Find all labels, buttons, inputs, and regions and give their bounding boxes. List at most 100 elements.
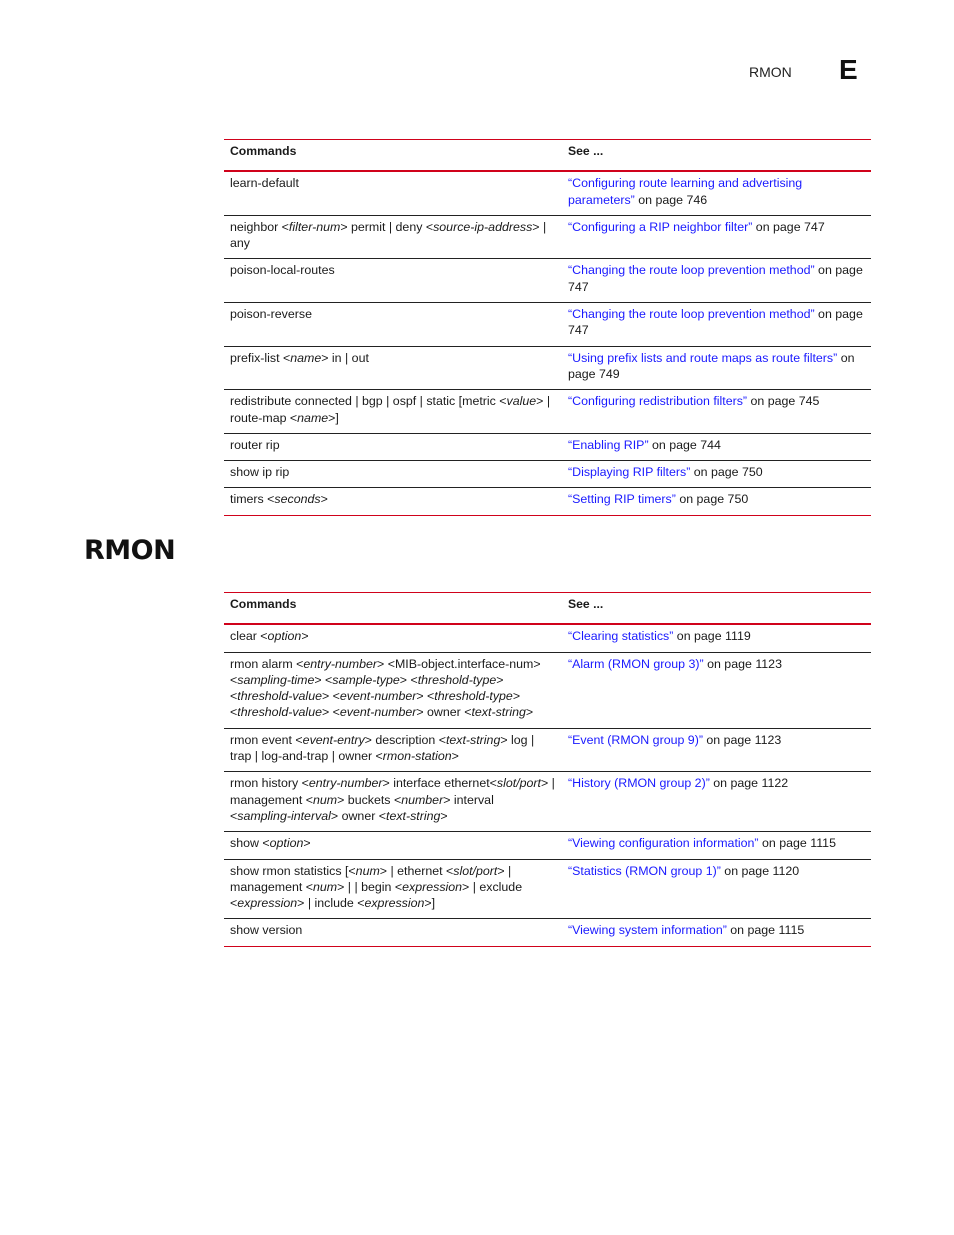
see-cell: “Changing the route loop prevention meth… bbox=[562, 258, 871, 304]
see-cell: “Statistics (RMON group 1)” on page 1120 bbox=[562, 859, 871, 920]
command-parameter: slot/port bbox=[453, 863, 498, 878]
command-text: > < bbox=[321, 705, 340, 720]
command-parameter: event-entry bbox=[302, 732, 365, 747]
page-reference: on page 750 bbox=[690, 465, 763, 480]
page-reference: on page 1115 bbox=[758, 836, 836, 851]
command-text: rmon alarm < bbox=[230, 656, 304, 671]
cross-reference-link[interactable]: “Alarm (RMON group 3)” bbox=[568, 657, 704, 671]
page-reference: on page 745 bbox=[747, 394, 820, 409]
table-row: clear <option> “Clearing statistics” on p… bbox=[224, 624, 871, 653]
cross-reference-link[interactable]: “Changing the route loop prevention meth… bbox=[568, 263, 815, 277]
command-text: > in | out bbox=[321, 350, 369, 365]
command-parameter: name bbox=[297, 410, 329, 425]
commands-column-header: Commands bbox=[224, 592, 562, 626]
table-row: neighbor <filter-num> permit | deny <sou… bbox=[224, 215, 871, 260]
command-text: > < bbox=[314, 672, 333, 687]
command-text: > permit | deny < bbox=[340, 219, 434, 234]
command-cell: rmon history <entry-number> interface et… bbox=[224, 771, 562, 833]
command-text: router rip bbox=[230, 437, 280, 452]
cross-reference-link[interactable]: “Changing the route loop prevention meth… bbox=[568, 307, 815, 321]
table-header-row: Commands See ... bbox=[224, 592, 871, 626]
cross-reference-link[interactable]: “History (RMON group 2)” bbox=[568, 776, 710, 790]
page-reference: on page 1123 bbox=[702, 732, 782, 747]
see-column-header: See ... bbox=[562, 592, 871, 626]
command-text: >] bbox=[424, 896, 436, 911]
command-text: poison-local-routes bbox=[230, 263, 335, 278]
command-parameter: num bbox=[313, 792, 338, 807]
see-cell: “Alarm (RMON group 3)” on page 1123 bbox=[562, 652, 871, 729]
command-text: > owner < bbox=[330, 808, 387, 823]
cross-reference-link[interactable]: “Statistics (RMON group 1)” bbox=[568, 864, 721, 878]
command-parameter: text-string bbox=[471, 705, 526, 720]
command-text: show < bbox=[230, 836, 270, 851]
page-reference: on page 1122 bbox=[709, 776, 789, 791]
command-parameter: entry-number bbox=[308, 776, 383, 791]
command-parameter: option bbox=[267, 629, 302, 644]
see-cell: “Configuring route learning and advertis… bbox=[562, 171, 871, 216]
cross-reference-link[interactable]: “Using prefix lists and route maps as ro… bbox=[568, 351, 837, 365]
cross-reference-link[interactable]: “Enabling RIP” bbox=[568, 438, 649, 452]
see-cell: “Clearing statistics” on page 1119 bbox=[562, 624, 871, 653]
command-parameter: num bbox=[313, 879, 338, 894]
see-cell: “Configuring a RIP neighbor filter” on p… bbox=[562, 215, 871, 260]
command-parameter: event-number bbox=[339, 705, 417, 720]
table-row: redistribute connected | bgp | ospf | st… bbox=[224, 389, 871, 434]
table-row: rmon alarm <entry-number> <MIB-object.in… bbox=[224, 652, 871, 729]
see-cell: “Viewing configuration information” on p… bbox=[562, 831, 871, 860]
page-reference: on page 1123 bbox=[703, 656, 782, 671]
see-cell: “Using prefix lists and route maps as ro… bbox=[562, 346, 871, 391]
command-cell: rmon alarm <entry-number> <MIB-object.in… bbox=[224, 652, 562, 729]
running-header-title: RMON bbox=[749, 64, 792, 80]
cross-reference-link[interactable]: “Configuring redistribution filters” bbox=[568, 394, 747, 408]
command-cell: poison-reverse bbox=[224, 302, 562, 347]
cross-reference-link[interactable]: “Setting RIP timers” bbox=[568, 492, 676, 506]
command-text: > | ethernet < bbox=[379, 863, 454, 878]
rip-commands-table: Commands See ... learn-default “Configuri… bbox=[224, 139, 871, 516]
cross-reference-link[interactable]: “Event (RMON group 9)” bbox=[568, 733, 703, 747]
command-text: > interface ethernet< bbox=[382, 776, 497, 791]
command-text: poison-reverse bbox=[230, 307, 312, 322]
command-cell: learn-default bbox=[224, 171, 562, 216]
page-reference: on page 1115 bbox=[726, 923, 805, 938]
command-cell: show version bbox=[224, 918, 562, 947]
command-parameter: option bbox=[269, 836, 304, 851]
cross-reference-link[interactable]: “Displaying RIP filters” bbox=[568, 465, 690, 479]
command-parameter: filter-num bbox=[288, 219, 341, 234]
command-cell: router rip bbox=[224, 433, 562, 462]
cross-reference-link[interactable]: “Configuring a RIP neighbor filter” bbox=[568, 220, 752, 234]
cross-reference-link[interactable]: “Viewing configuration information” bbox=[568, 836, 759, 850]
command-text: > < bbox=[399, 672, 418, 687]
command-text: clear < bbox=[230, 629, 268, 644]
page-reference: on page 1119 bbox=[673, 629, 751, 644]
table-row: rmon event <event-entry> description <te… bbox=[224, 728, 871, 773]
command-text: > description < bbox=[364, 732, 446, 747]
page-reference: on page 1120 bbox=[720, 863, 800, 878]
command-parameter: threshold-type bbox=[434, 689, 513, 704]
page-reference: on page 746 bbox=[634, 192, 708, 207]
command-text: show rmon statistics [< bbox=[230, 863, 356, 878]
table-row: rmon history <entry-number> interface et… bbox=[224, 771, 871, 833]
table-row: router rip “Enabling RIP” on page 744 bbox=[224, 433, 871, 462]
command-text: show ip rip bbox=[230, 465, 290, 480]
command-text: > bbox=[320, 492, 328, 507]
command-parameter: expression bbox=[402, 879, 463, 894]
command-text: neighbor < bbox=[230, 219, 289, 234]
command-cell: show <option> bbox=[224, 831, 562, 860]
table-row: prefix-list <name> in | out “Using prefix… bbox=[224, 346, 871, 391]
command-parameter: source-ip-address bbox=[433, 219, 533, 234]
command-text: > bbox=[525, 705, 534, 720]
command-parameter: sample-type bbox=[332, 672, 400, 687]
command-text: > | include < bbox=[297, 896, 365, 911]
cross-reference-link[interactable]: “Viewing system information” bbox=[568, 923, 727, 937]
cross-reference-link[interactable]: “Clearing statistics” bbox=[568, 629, 673, 643]
command-cell: prefix-list <name> in | out bbox=[224, 346, 562, 391]
command-parameter: rmon-station bbox=[382, 749, 452, 764]
table-row: learn-default “Configuring route learning… bbox=[224, 171, 871, 216]
command-text: > buckets < bbox=[337, 792, 402, 807]
table-row: show <option> “Viewing configuration info… bbox=[224, 831, 871, 860]
command-text: > | | begin < bbox=[337, 879, 403, 894]
command-parameter: text-string bbox=[386, 808, 441, 823]
chapter-letter: E bbox=[839, 54, 858, 85]
command-parameter: seconds bbox=[274, 492, 321, 507]
see-cell: “Displaying RIP filters” on page 750 bbox=[562, 460, 871, 489]
